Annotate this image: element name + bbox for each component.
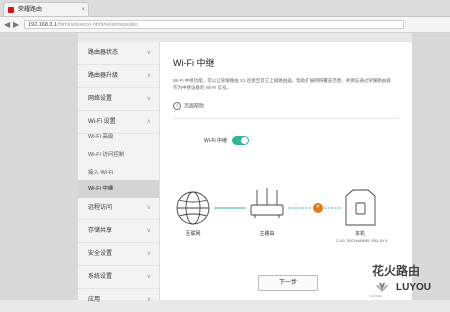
- chevron-down-icon: ∨: [146, 50, 151, 56]
- sidebar-item-label: 系统设置: [88, 274, 113, 280]
- sidebar-item-label: 路由器状态: [88, 50, 119, 56]
- sidebar-item-system-settings[interactable]: 系统设置 ∨: [78, 266, 159, 289]
- browser-tab[interactable]: 荣耀路由 ×: [3, 2, 89, 16]
- chevron-down-icon: ∨: [146, 96, 151, 102]
- local-router-icon: [345, 189, 376, 226]
- chevron-down-icon: ∨: [146, 205, 151, 211]
- router-icon: [250, 188, 284, 218]
- wifi-relay-toggle[interactable]: [232, 136, 249, 145]
- sidebar-item-label: 应用: [88, 297, 101, 303]
- chevron-down-icon: ∨: [146, 73, 151, 79]
- page-background-left: [0, 33, 78, 300]
- sidebar-item-label: 存储共享: [88, 228, 113, 234]
- local-device-label: 本机: [354, 231, 365, 237]
- back-icon[interactable]: ◀: [4, 20, 10, 29]
- sidebar-item-label: 安全设置: [88, 251, 113, 257]
- sidebar-subitem-wifi-access-control[interactable]: Wi-Fi 访问控制: [78, 146, 159, 164]
- chevron-down-icon: ∨: [146, 251, 151, 257]
- toggle-knob: [241, 137, 248, 144]
- chevron-down-icon: ∨: [146, 228, 151, 234]
- internet-globe-icon: [176, 191, 210, 225]
- link-error-glyph: ✕: [315, 204, 321, 210]
- next-button[interactable]: 下一步: [258, 275, 318, 291]
- wifi-relay-panel: Wi-Fi 中继 Wi-Fi 中继功能，可以让荣耀路由 X1 连接至其它上级路由…: [160, 42, 412, 300]
- divider: [173, 118, 399, 119]
- huawei-brand-text: HUAWEI: [370, 294, 382, 298]
- sidebar-item-router-upgrade[interactable]: 路由器升级 ∨: [78, 65, 159, 88]
- help-icon: ?: [173, 102, 181, 110]
- watermark-subtext: LUYOU: [396, 282, 431, 293]
- upstream-router-label: 主路由: [259, 231, 275, 237]
- sidebar-item-router-status[interactable]: 路由器状态 ∨: [78, 42, 159, 65]
- page-help-label: 页面帮助: [184, 103, 205, 110]
- url-input[interactable]: 192.168.3.1/html/advance.html#wlanrepeat…: [24, 20, 404, 29]
- sidebar-item-label: 远程访问: [88, 205, 113, 211]
- internet-label: 互联网: [185, 231, 201, 237]
- page-description: Wi-Fi 中继功能，可以让荣耀路由 X1 连接至其它上级路由器，帮助扩展网络覆…: [173, 78, 391, 90]
- sidebar-item-storage-sharing[interactable]: 存储共享 ∨: [78, 220, 159, 243]
- watermark-text: 花火路由: [372, 264, 421, 278]
- chevron-down-icon: ∨: [146, 274, 151, 280]
- local-device-sublabel: 2.4G: 50CHANNEL.RELAY.X: [336, 238, 388, 243]
- sidebar-subitem-wifi-advanced[interactable]: Wi-Fi 高级: [78, 128, 159, 146]
- huawei-logo-icon: [376, 282, 388, 292]
- page-background-right: [412, 33, 450, 300]
- close-tab-icon[interactable]: ×: [81, 3, 85, 17]
- sidebar-item-label: Wi-Fi 设置: [88, 119, 116, 125]
- sidebar-item-label: 网络设置: [88, 96, 113, 102]
- wifi-relay-toggle-label: Wi-Fi 中继: [204, 138, 228, 144]
- chevron-down-icon: ∨: [146, 297, 151, 303]
- browser-tab-strip: 荣耀路由 ×: [0, 0, 450, 17]
- sidebar-item-network-settings[interactable]: 网络设置 ∨: [78, 88, 159, 111]
- forward-icon[interactable]: ▶: [13, 20, 19, 29]
- sidebar-item-security-settings[interactable]: 安全设置 ∨: [78, 243, 159, 266]
- sidebar-item-remote-access[interactable]: 远程访问 ∨: [78, 197, 159, 220]
- page-help-link[interactable]: ? 页面帮助: [173, 102, 204, 110]
- url-path: /html/advance.html#wlanrepeater: [57, 22, 139, 28]
- sidebar: 路由器状态 ∨ 路由器升级 ∨ 网络设置 ∨ Wi-Fi 设置 ∧ Wi-Fi …: [78, 42, 160, 303]
- url-host: 192.168.3.1: [28, 22, 58, 28]
- favicon-icon: [8, 7, 14, 13]
- page-title: Wi-Fi 中继: [173, 58, 215, 68]
- sidebar-subitem-wifi-relay[interactable]: Wi-Fi 中继: [78, 180, 159, 198]
- address-bar-row: ◀ ▶ 192.168.3.1/html/advance.html#wlanre…: [0, 17, 450, 33]
- sidebar-item-label: 路由器升级: [88, 73, 119, 79]
- browser-tab-title: 荣耀路由: [18, 7, 43, 13]
- sidebar-item-apps[interactable]: 应用 ∨: [78, 289, 159, 312]
